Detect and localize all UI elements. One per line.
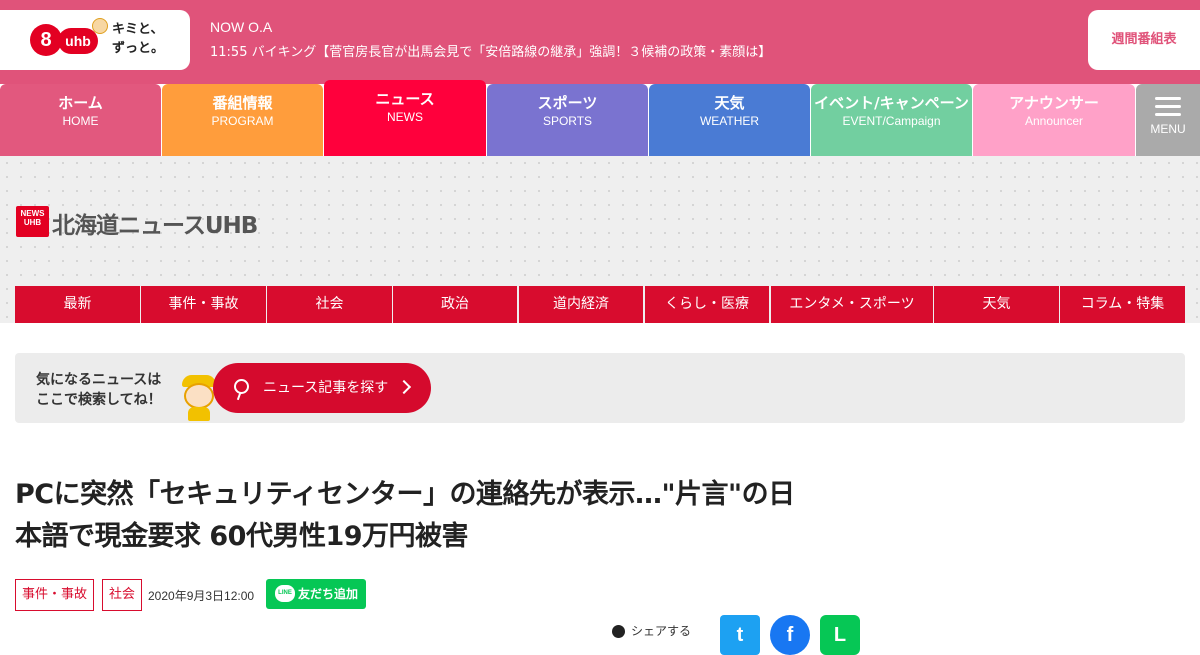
- main-nav: アナウンサー Announcer イベント/キャンペーン EVENT/Campaign…: [0, 80, 1200, 156]
- nav-tab-event-campaign[interactable]: イベント/キャンペーン EVENT/Campaign: [811, 84, 972, 156]
- line-icon: LINE: [275, 585, 295, 602]
- nav-tab-label: ホーム: [58, 94, 103, 112]
- article-title-line-2: 本語で現金要求 60代男性19万円被害: [15, 521, 469, 552]
- nav-tab-sublabel: WEATHER: [699, 114, 760, 128]
- nav-tab-label: 番組情報: [212, 94, 273, 112]
- news-uhb-logo-mark[interactable]: NEWS UHB: [16, 206, 49, 237]
- publish-date: 2020年9月3日12:00: [148, 589, 255, 603]
- now-on-air-program[interactable]: 11:55 バイキング【菅官房長官が出馬会見で「安倍路線の継承」強調！３候補の政…: [210, 41, 771, 60]
- article-title-line-1: PCに突然「セキュリティセンター」の連絡先が表示…"片言"の日: [15, 479, 795, 510]
- nav-tab-news[interactable]: ニュース NEWS: [324, 80, 486, 156]
- logo-mark-line-1: NEWS: [20, 209, 45, 218]
- nav-tab-sublabel: HOME: [62, 114, 99, 128]
- hamburger-icon: [1155, 97, 1181, 117]
- share-icon: [612, 625, 625, 638]
- site-logo[interactable]: 8 uhb キミと、 ずっと。: [0, 10, 190, 70]
- nav-tab-sublabel: EVENT/Campaign: [842, 114, 941, 128]
- nav-tab-label: スポーツ: [537, 94, 598, 112]
- subnav-item[interactable]: 社会: [267, 286, 392, 323]
- uhb-logo: uhb: [58, 28, 98, 54]
- line-share-icon[interactable]: L: [820, 615, 860, 655]
- nav-tab-announcer[interactable]: アナウンサー Announcer: [973, 84, 1135, 156]
- line-add-friend-label: 友だち追加: [298, 587, 359, 601]
- nav-tab-sublabel: SPORTS: [542, 114, 593, 128]
- menu-label: MENU: [1150, 122, 1186, 136]
- twitter-share-icon[interactable]: t: [720, 615, 760, 655]
- nav-tab-sublabel: NEWS: [387, 110, 423, 124]
- logo-mark-line-2: UHB: [23, 218, 42, 227]
- news-uhb-logo-text[interactable]: 北海道ニュースUHB: [52, 206, 258, 240]
- nav-tab-home[interactable]: ホーム HOME: [0, 84, 161, 156]
- nav-tab-label: 天気: [714, 94, 745, 112]
- nav-tab-label: ニュース: [375, 90, 435, 108]
- search-hint-line-2: ここで検索してね！: [36, 392, 162, 408]
- top-bar: 8 uhb キミと、 ずっと。 NOW O.A 11:55 バイキング【菅官房長…: [0, 0, 1200, 84]
- line-add-friend-button[interactable]: LINE 友だち追加: [266, 579, 366, 609]
- search-button-label: ニュース記事を探す: [263, 380, 389, 396]
- share-label: シェアする: [612, 622, 691, 639]
- slogan-line-2: ずっと。: [112, 41, 165, 56]
- search-hint: 気になるニュースは ここで検索してね！: [36, 370, 162, 410]
- tag-society[interactable]: 社会: [102, 579, 143, 611]
- menu-button[interactable]: MENU: [1136, 84, 1200, 156]
- facebook-share-icon[interactable]: f: [770, 615, 810, 655]
- nav-tab-label: イベント/キャンペーン: [814, 94, 969, 112]
- subnav-item[interactable]: コラム・特集: [1060, 286, 1185, 323]
- nav-tab-weather[interactable]: 天気 WEATHER: [649, 84, 810, 156]
- search-news-button[interactable]: ニュース記事を探す: [213, 363, 431, 413]
- subnav-item[interactable]: くらし・医療: [645, 286, 769, 323]
- tag-incident[interactable]: 事件・事故: [15, 579, 95, 611]
- nav-tab-sublabel: Announcer: [1024, 114, 1084, 128]
- subnav-item[interactable]: エンタメ・スポーツ: [771, 286, 933, 323]
- subnav-item[interactable]: 政治: [393, 286, 517, 323]
- chevron-right-icon: [396, 379, 412, 395]
- article-title: PCに突然「セキュリティセンター」の連絡先が表示…"片言"の日 本語で現金要求 …: [15, 474, 875, 558]
- search-icon: [234, 379, 249, 394]
- search-banner: 気になるニュースは ここで検索してね！ ニュース記事を探す: [15, 353, 1185, 423]
- nav-tab-label: アナウンサー: [1009, 94, 1099, 112]
- now-on-air-label: NOW O.A: [210, 19, 273, 35]
- mascot-icon: [92, 18, 108, 34]
- nav-tab-sports[interactable]: スポーツ SPORTS: [487, 84, 648, 156]
- nav-tab-sublabel: PROGRAM: [211, 114, 274, 128]
- nav-tab-program[interactable]: 番組情報 PROGRAM: [162, 84, 323, 156]
- subnav-item[interactable]: 事件・事故: [141, 286, 266, 323]
- subnav-item[interactable]: 道内経済: [519, 286, 643, 323]
- news-header-section: NEWS UHB 北海道ニュースUHB 最新 事件・事故 社会 政治 道内経済 くらし・医…: [0, 156, 1200, 323]
- subnav-item[interactable]: 天気: [934, 286, 1059, 323]
- subnav-item[interactable]: 最新: [15, 286, 140, 323]
- slogan: キミと、 ずっと。: [112, 20, 186, 58]
- slogan-line-1: キミと、: [112, 22, 164, 37]
- weekly-schedule-button[interactable]: 週間番組表: [1088, 10, 1200, 70]
- search-hint-line-1: 気になるニュースは: [36, 372, 162, 388]
